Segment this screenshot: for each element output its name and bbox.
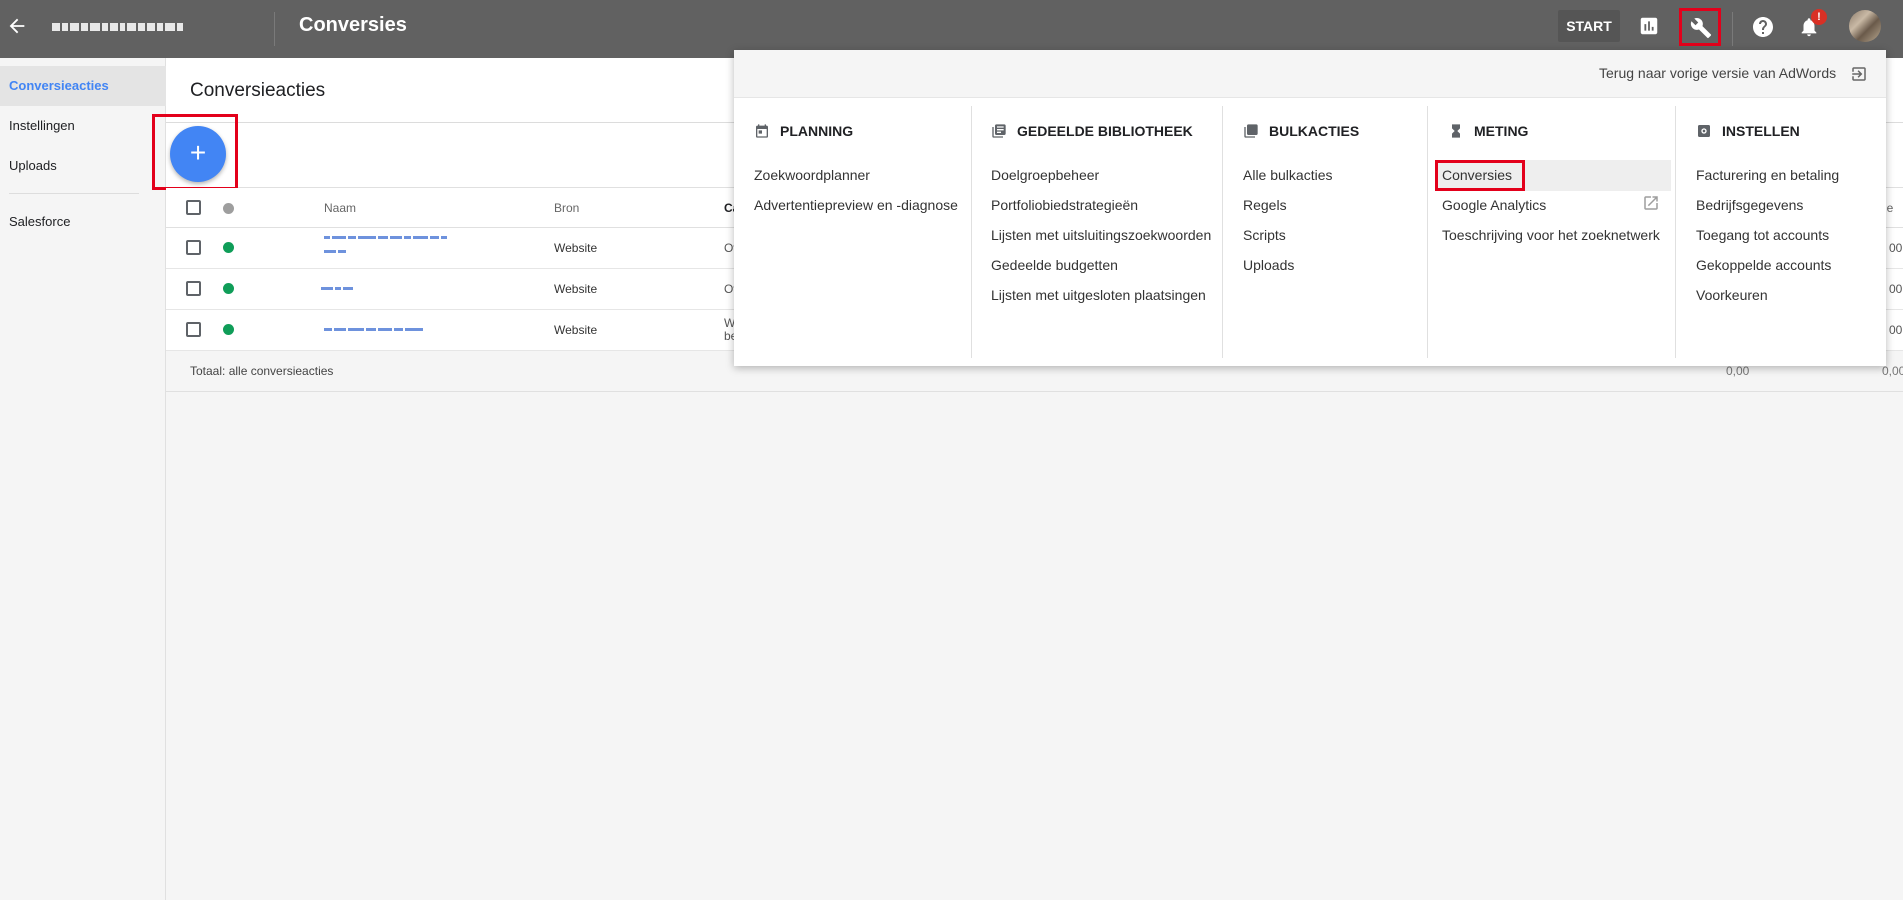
planning-heading-label: PLANNING <box>780 123 854 139</box>
copy-stack-icon <box>1244 124 1258 138</box>
menu-item-google-analytics[interactable]: Google Analytics <box>1442 197 1546 213</box>
shared-library-heading: GEDEELDE BIBLIOTHEEK <box>991 123 1193 139</box>
sidebar-item-salesforce[interactable]: Salesforce <box>0 202 166 242</box>
page-title: Conversies <box>299 14 407 36</box>
bar-chart-icon[interactable] <box>1638 15 1660 37</box>
row-source: Website <box>554 323 598 337</box>
menu-item-bedrijfsgegevens[interactable]: Bedrijfsgegevens <box>1696 197 1803 213</box>
menu-item-alle-bulkacties[interactable]: Alle bulkacties <box>1243 167 1333 183</box>
status-enabled-dot <box>223 324 234 335</box>
measurement-heading-label: METING <box>1474 123 1529 139</box>
conversion-name-redacted[interactable] <box>324 230 449 254</box>
menu-item-voorkeuren[interactable]: Voorkeuren <box>1696 287 1768 303</box>
menu-column-planning: PLANNING Zoekwoordplanner Advertentiepre… <box>734 106 972 358</box>
row-checkbox[interactable] <box>186 322 201 337</box>
menu-column-measurement: METING Conversies Google Analytics Toesc… <box>1428 106 1676 358</box>
conversion-name-redacted[interactable] <box>324 322 425 336</box>
status-enabled-dot <box>223 242 234 253</box>
previous-version-label: Terug naar vorige versie van AdWords <box>1599 65 1837 81</box>
setup-heading-label: INSTELLEN <box>1722 123 1800 139</box>
topbar-divider <box>1732 12 1733 46</box>
library-icon <box>992 124 1006 138</box>
hourglass-icon <box>1452 124 1460 138</box>
status-enabled-dot <box>223 283 234 294</box>
menu-item-uploads[interactable]: Uploads <box>1243 257 1294 273</box>
menu-item-conversies[interactable]: Conversies <box>1442 167 1512 183</box>
menu-item-advertentiepreview[interactable]: Advertentiepreview en -diagnose <box>754 197 958 213</box>
menu-item-portfoliobiedstrategieen[interactable]: Portfoliobiedstrategieën <box>991 197 1138 213</box>
row-checkbox[interactable] <box>186 240 201 255</box>
total-label: Totaal: alle conversieacties <box>190 364 334 378</box>
avatar[interactable] <box>1849 10 1881 42</box>
planning-heading: PLANNING <box>754 123 853 139</box>
topbar-divider <box>274 12 275 46</box>
sidebar-divider <box>9 193 139 194</box>
row-value-partial: 00 <box>1889 282 1903 296</box>
row-value-partial: 00 <box>1889 323 1903 337</box>
menu-item-uitgesloten-plaatsingen[interactable]: Lijsten met uitgesloten plaatsingen <box>991 287 1206 303</box>
notification-badge: ! <box>1811 9 1827 25</box>
row-value-partial: 00 <box>1889 241 1903 255</box>
sidebar-item-uploads[interactable]: Uploads <box>0 146 166 186</box>
tools-menu: Terug naar vorige versie van AdWords PLA… <box>734 50 1886 366</box>
menu-item-facturering[interactable]: Facturering en betaling <box>1696 167 1839 183</box>
account-name-redacted[interactable] <box>52 18 252 34</box>
menu-item-toegang-tot-accounts[interactable]: Toegang tot accounts <box>1696 227 1829 243</box>
add-conversion-button[interactable]: + <box>170 126 226 182</box>
bulk-actions-heading-label: BULKACTIES <box>1269 123 1360 139</box>
sidebar-item-instellingen[interactable]: Instellingen <box>0 106 166 146</box>
tools-button-highlighted[interactable] <box>1679 8 1721 46</box>
row-source: Website <box>554 282 598 296</box>
row-source: Website <box>554 241 598 255</box>
menu-item-regels[interactable]: Regels <box>1243 197 1287 213</box>
previous-version-link[interactable]: Terug naar vorige versie van AdWords <box>1599 65 1868 83</box>
total-value: 0,00 <box>1882 364 1903 378</box>
row-checkbox[interactable] <box>186 281 201 296</box>
section-title: Conversieacties <box>190 80 326 101</box>
wrench-icon <box>1690 18 1712 39</box>
sidebar: Conversieacties Instellingen Uploads Sal… <box>0 58 166 900</box>
status-header-dot <box>223 203 234 214</box>
measurement-heading: METING <box>1448 123 1528 139</box>
open-in-new-icon <box>1644 196 1658 210</box>
exit-to-app-icon <box>1852 67 1866 82</box>
menu-item-gekoppelde-accounts[interactable]: Gekoppelde accounts <box>1696 257 1831 273</box>
menu-item-uitsluitingszoekwoorden[interactable]: Lijsten met uitsluitingszoekwoorden <box>991 227 1211 243</box>
menu-item-gedeelde-budgetten[interactable]: Gedeelde budgetten <box>991 257 1118 273</box>
start-button[interactable]: START <box>1558 10 1620 42</box>
setup-heading: INSTELLEN <box>1696 123 1800 139</box>
select-all-checkbox[interactable] <box>186 200 201 215</box>
bulk-actions-heading: BULKACTIES <box>1243 123 1359 139</box>
menu-column-shared-library: GEDEELDE BIBLIOTHEEK Doelgroepbeheer Por… <box>971 106 1223 358</box>
conversion-name-redacted[interactable] <box>321 281 355 295</box>
menu-item-zoekwoordplanner[interactable]: Zoekwoordplanner <box>754 167 870 183</box>
column-header-name[interactable]: Naam <box>324 201 356 215</box>
tools-menu-top-bar: Terug naar vorige versie van AdWords <box>734 50 1886 98</box>
calendar-icon <box>756 124 768 138</box>
menu-item-scripts[interactable]: Scripts <box>1243 227 1286 243</box>
menu-item-toeschrijving[interactable]: Toeschrijving voor het zoeknetwerk <box>1442 227 1660 243</box>
shared-library-heading-label: GEDEELDE BIBLIOTHEEK <box>1017 123 1193 139</box>
help-icon[interactable] <box>1751 15 1775 39</box>
total-value: 0,00 <box>1726 364 1750 378</box>
menu-item-doelgroepbeheer[interactable]: Doelgroepbeheer <box>991 167 1099 183</box>
settings-box-icon <box>1698 125 1710 137</box>
menu-column-bulk-actions: BULKACTIES Alle bulkacties Regels Script… <box>1223 106 1428 358</box>
back-arrow-icon[interactable] <box>6 15 28 37</box>
menu-column-setup: INSTELLEN Facturering en betaling Bedrij… <box>1676 106 1886 358</box>
column-header-source[interactable]: Bron <box>554 201 579 215</box>
sidebar-item-conversieacties[interactable]: Conversieacties <box>0 66 166 106</box>
